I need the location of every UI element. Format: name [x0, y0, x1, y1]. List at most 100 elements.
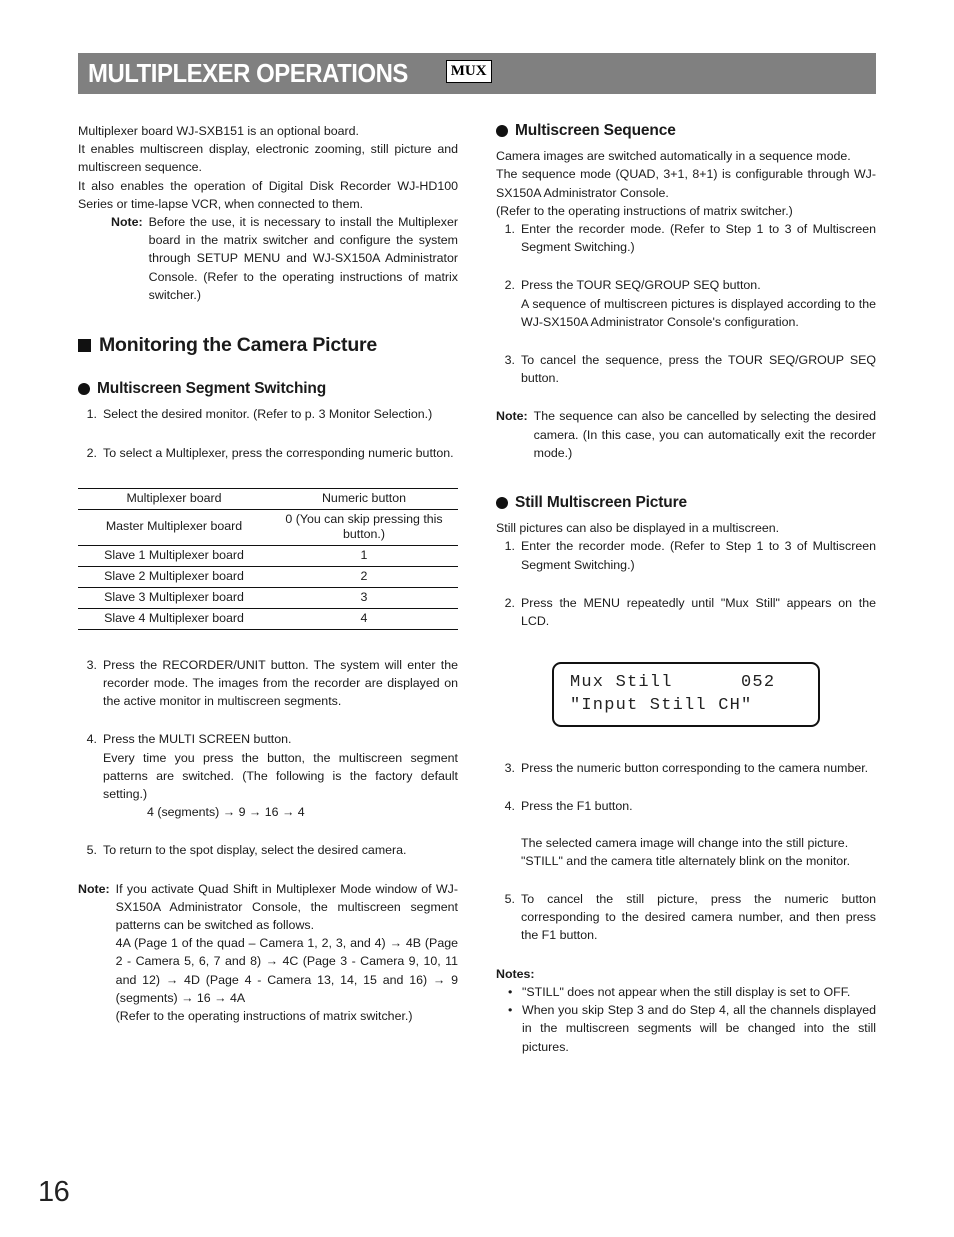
table-header-cell: Multiplexer board	[78, 487, 270, 510]
note-text: If you activate Quad Shift in Multiplexe…	[115, 881, 458, 933]
intro-line-1: Multiplexer board WJ-SXB151 is an option…	[78, 124, 360, 138]
table-cell-button: 3	[270, 586, 458, 609]
table-row: Slave 2 Multiplexer board 2	[78, 565, 458, 588]
table-row: Slave 1 Multiplexer board 1	[78, 544, 458, 567]
bullet-icon: •	[508, 1003, 513, 1018]
note-bullet-text: When you skip Step 3 and do Step 4, all …	[522, 1003, 876, 1054]
round-bullet-icon	[78, 383, 90, 396]
step-text: Enter the recorder mode. (Refer to Step …	[521, 222, 876, 255]
note-text: Before the use, it is necessary to insta…	[148, 215, 458, 302]
note-label: Note:	[111, 215, 143, 230]
step-number: 4.	[86, 732, 97, 747]
step-number: 2.	[86, 445, 97, 460]
lcd-line-1: Mux Still 052	[570, 673, 776, 693]
table-cell-button: 4	[270, 607, 458, 630]
step-text: Press the numeric button corresponding t…	[521, 761, 869, 776]
sequence-intro-line-3: (Refer to the operating instructions of …	[496, 203, 793, 218]
round-bullet-icon	[496, 497, 508, 510]
bullet-icon: •	[508, 984, 513, 999]
step-line-3: "STILL" and the camera title alternately…	[521, 853, 851, 868]
note-refer-text: (Refer to the operating instructions of …	[115, 1009, 413, 1024]
intro-line-3: It also enables the operation of Digital…	[78, 178, 458, 211]
step-text: To return to the spot display, select th…	[103, 843, 407, 858]
lcd-line-2: "Input Still CH"	[570, 696, 753, 716]
list-item: 2. Press the MENU repeatedly until "Mux …	[496, 594, 876, 630]
step-text: To cancel the sequence, press the TOUR S…	[521, 353, 876, 386]
page-number: 16	[38, 1176, 70, 1208]
step-text: To select a Multiplexer, press the corre…	[103, 445, 454, 460]
step-number: 4.	[504, 799, 515, 814]
list-item: 1. Select the desired monitor. (Refer to…	[78, 405, 458, 423]
step-text: Press the MENU repeatedly until "Mux Sti…	[521, 595, 876, 629]
sub-heading-still-multiscreen: Still Multiscreen Picture	[496, 494, 876, 512]
note-text: The sequence can also be cancelled by se…	[533, 409, 876, 460]
step-line-1: Press the MULTI SCREEN button.	[103, 732, 292, 747]
sequence-intro-line-1: Camera images are switched automatically…	[496, 149, 851, 164]
list-item: 5. To cancel the still picture, press th…	[496, 890, 876, 945]
list-item: • When you skip Step 3 and do Step 4, al…	[508, 1001, 876, 1056]
table-cell-board: Master Multiplexer board	[78, 508, 270, 546]
right-column: Multiscreen Sequence Camera images are s…	[496, 122, 876, 1056]
step-line-2: A sequence of multiscreen pictures is di…	[521, 296, 876, 329]
list-item: 2. Press the TOUR SEQ/GROUP SEQ button. …	[496, 276, 876, 331]
table-cell-button: 2	[270, 565, 458, 588]
page-header-banner: MULTIPLEXER OPERATIONS MUX	[78, 53, 876, 94]
sub-heading-label: Multiscreen Segment Switching	[97, 380, 327, 398]
sequence-intro-line-2: The sequence mode (QUAD, 3+1, 8+1) is co…	[496, 167, 876, 200]
table-cell-board: Slave 4 Multiplexer board	[78, 607, 270, 630]
step-body: Press the TOUR SEQ/GROUP SEQ button. A s…	[521, 276, 876, 331]
step-text: To cancel the still picture, press the n…	[521, 892, 876, 943]
table-cell-board: Slave 3 Multiplexer board	[78, 586, 270, 609]
table-row: Master Multiplexer board 0 (You can skip…	[78, 508, 458, 546]
note-label: Note:	[78, 881, 110, 896]
step-number: 3.	[86, 657, 97, 672]
list-item: 3. Press the RECORDER/UNIT button. The s…	[78, 656, 458, 711]
list-item: 4. Press the MULTI SCREEN button. Every …	[78, 730, 458, 821]
table-row: Slave 4 Multiplexer board 4	[78, 607, 458, 630]
notes-bullet-list: • "STILL" does not appear when the still…	[496, 983, 876, 1056]
step-number: 1.	[86, 407, 97, 422]
list-item: 1. Enter the recorder mode. (Refer to St…	[496, 537, 876, 573]
table-header-cell: Numeric button	[270, 487, 458, 510]
table-header-row: Multiplexer board Numeric button	[78, 487, 458, 510]
list-item: 4. Press the F1 button. The selected cam…	[496, 797, 876, 870]
list-item: 5. To return to the spot display, select…	[78, 841, 458, 859]
quad-shift-sequence: 4A (Page 1 of the quad – Camera 1, 2, 3,…	[115, 936, 458, 1005]
table-row: Slave 3 Multiplexer board 3	[78, 586, 458, 609]
sequence-note: Note: The sequence can also be cancelled…	[496, 407, 876, 462]
list-item: 1. Enter the recorder mode. (Refer to St…	[496, 220, 876, 256]
sub-heading-multiscreen-sequence: Multiscreen Sequence	[496, 122, 876, 140]
intro-note: Note: Before the use, it is necessary to…	[111, 213, 458, 304]
section-heading-monitoring: Monitoring the Camera Picture	[78, 335, 458, 355]
mux-badge: MUX	[445, 60, 492, 83]
step-number: 5.	[86, 843, 97, 858]
table-cell-board: Slave 1 Multiplexer board	[78, 544, 270, 567]
left-column: Multiplexer board WJ-SXB151 is an option…	[78, 122, 458, 1025]
step-number: 5.	[504, 892, 515, 907]
note-bullet-text: "STILL" does not appear when the still d…	[522, 984, 851, 999]
step-line-1: Press the F1 button.	[521, 799, 633, 814]
step-number: 2.	[504, 595, 515, 610]
step-line-2: Every time you press the button, the mul…	[103, 750, 458, 802]
list-item: 3. To cancel the sequence, press the TOU…	[496, 351, 876, 387]
segment-sequence: 4 (segments) → 9 → 16 → 4	[147, 805, 305, 820]
step-text: Press the RECORDER/UNIT button. The syst…	[103, 657, 458, 709]
sub-heading-segment-switching: Multiscreen Segment Switching	[78, 380, 458, 398]
list-item: 2. To select a Multiplexer, press the co…	[78, 444, 458, 462]
list-item: 3. Press the numeric button correspondin…	[496, 759, 876, 777]
step-text: Select the desired monitor. (Refer to p.…	[103, 407, 433, 422]
sub-heading-label: Multiscreen Sequence	[515, 122, 676, 139]
page-title: MULTIPLEXER OPERATIONS	[88, 58, 408, 88]
step-number: 1.	[504, 539, 515, 554]
table-cell-button: 0 (You can skip pressing this button.)	[270, 508, 458, 546]
list-item: • "STILL" does not appear when the still…	[508, 983, 876, 1001]
lcd-display: Mux Still 052 "Input Still CH"	[552, 662, 820, 728]
square-bullet-icon	[78, 338, 91, 352]
sub-heading-label: Still Multiscreen Picture	[515, 494, 687, 512]
step-number: 3.	[504, 353, 515, 368]
step-text: Enter the recorder mode. (Refer to Step …	[521, 539, 876, 572]
intro-line-2: It enables multiscreen display, electron…	[78, 142, 458, 175]
note-body: If you activate Quad Shift in Multiplexe…	[116, 880, 458, 1026]
quad-shift-note: Note: If you activate Quad Shift in Mult…	[78, 880, 458, 1026]
multiplexer-board-table: Multiplexer board Numeric button Master …	[78, 487, 458, 630]
